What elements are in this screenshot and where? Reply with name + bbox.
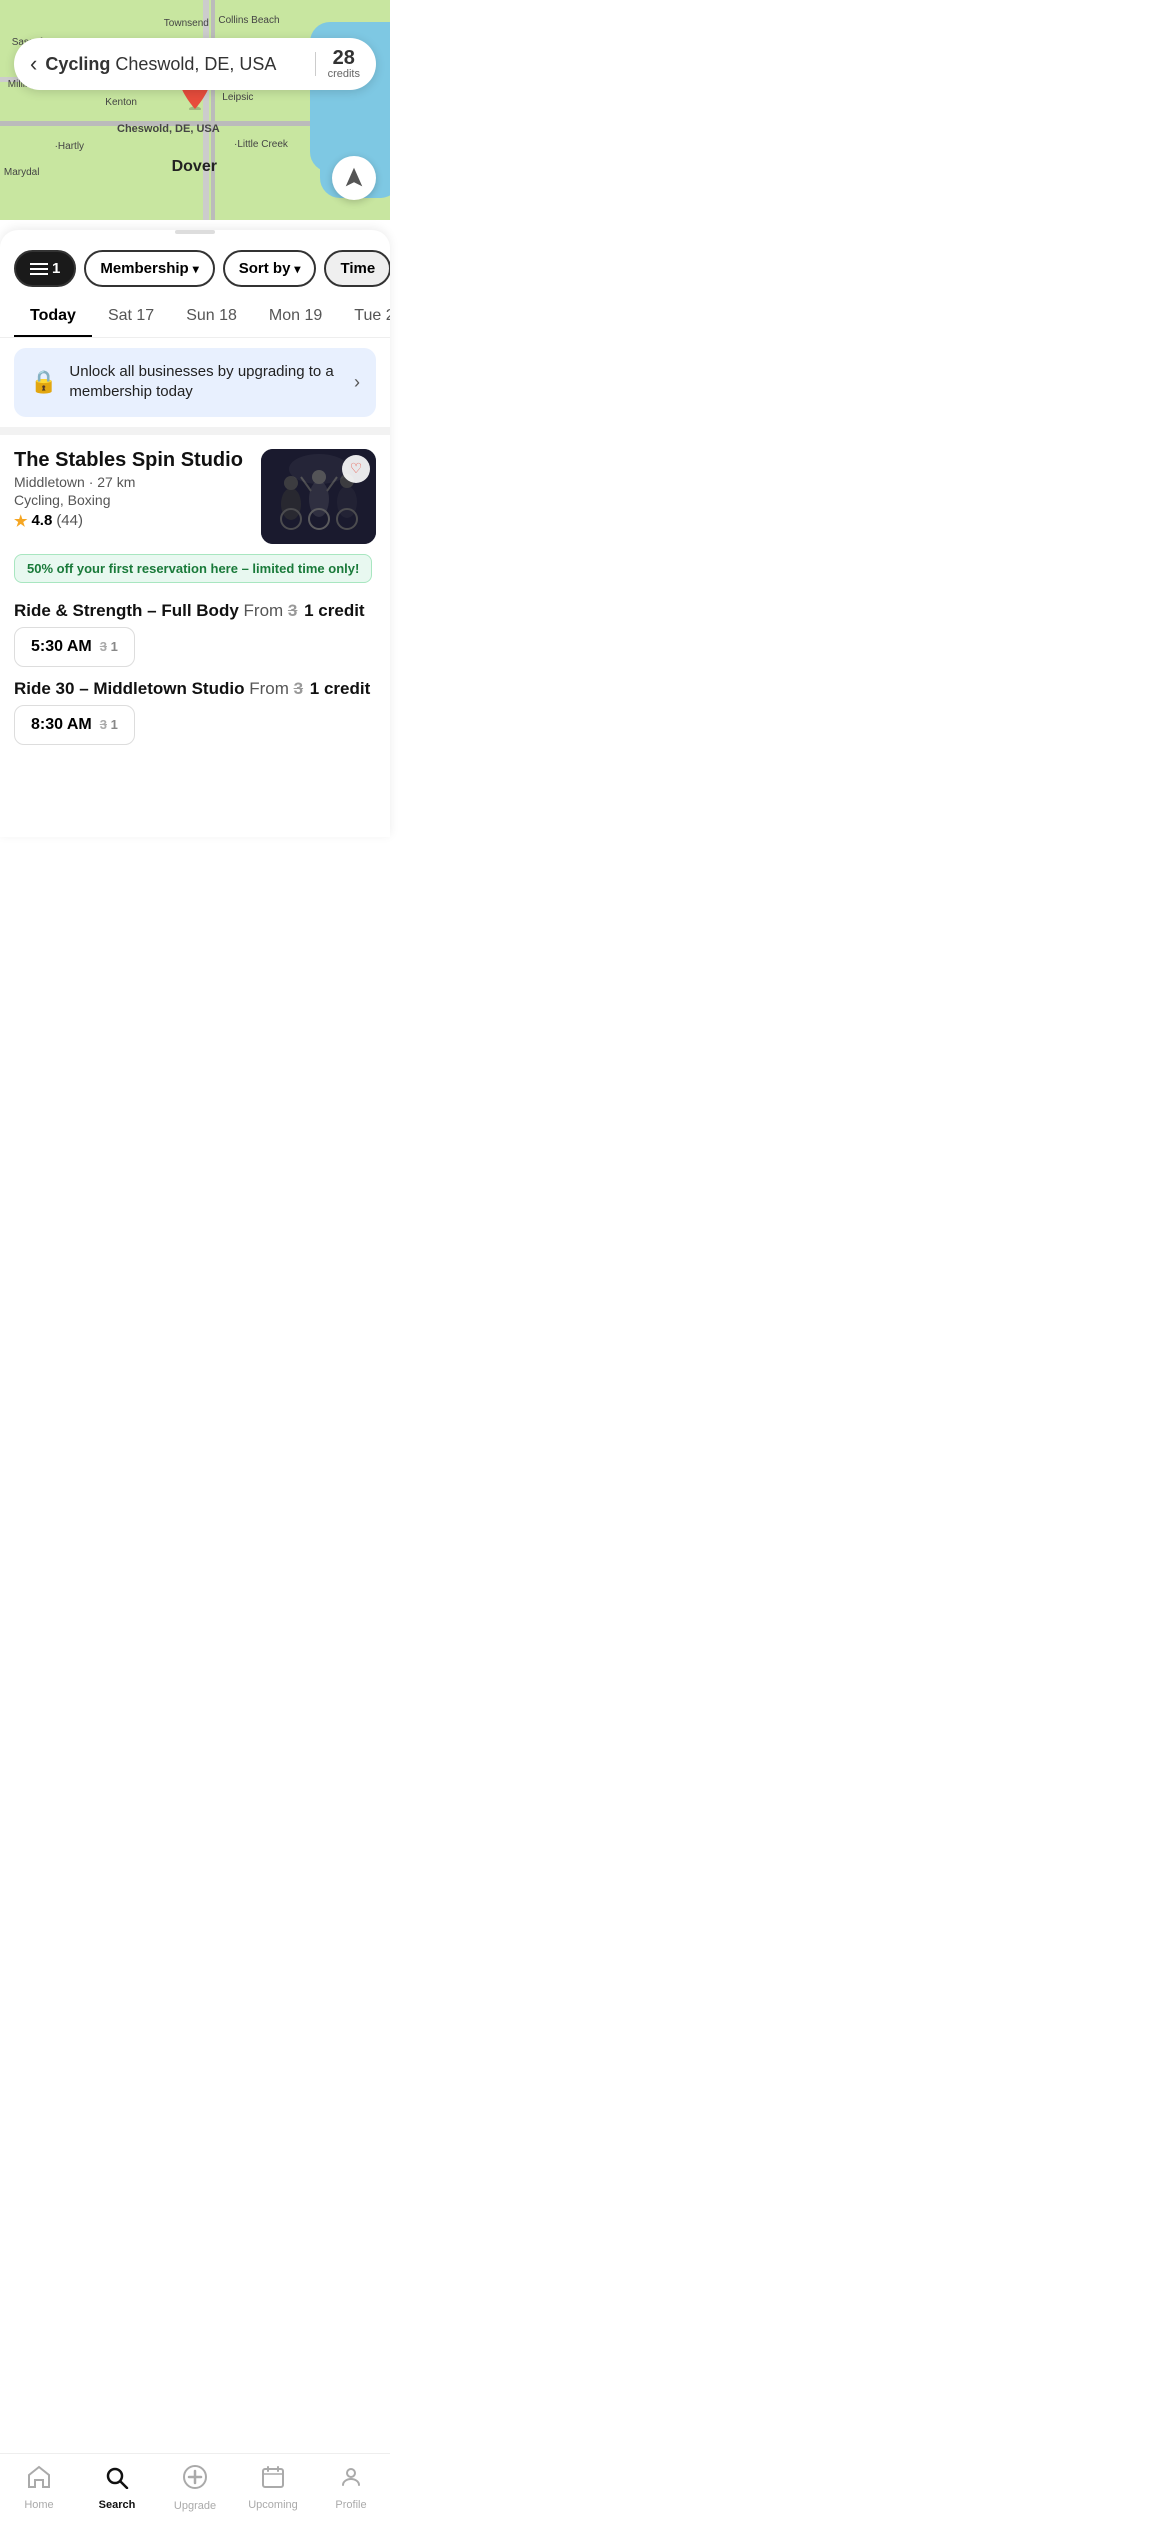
nav-profile-label: Profile: [335, 2499, 366, 2511]
nav-upcoming-label: Upcoming: [248, 2499, 298, 2511]
class-title-2: Ride 30 – Middletown Studio From 3 1 cre…: [14, 679, 376, 699]
nav-upcoming[interactable]: Upcoming: [243, 2465, 303, 2511]
nav-search-label: Search: [99, 2499, 136, 2511]
home-icon: [26, 2465, 52, 2496]
star-icon: ★: [14, 512, 27, 530]
original-credits-1: 3: [288, 601, 297, 620]
filter-count: 1: [52, 260, 60, 277]
map[interactable]: Townsend Collins Beach Sassafras Smyrna …: [0, 0, 390, 220]
membership-filter[interactable]: Membership ▾: [84, 250, 214, 287]
map-label-kenton: Kenton: [105, 97, 137, 108]
upgrade-text: Unlock all businesses by upgrading to a …: [69, 362, 342, 403]
sortby-chevron: ▾: [294, 262, 300, 276]
time-530: 5:30 AM: [31, 638, 92, 656]
review-count: (44): [56, 512, 83, 529]
membership-chevron: ▾: [193, 262, 199, 276]
search-divider: [315, 52, 316, 76]
map-label-hartly: ·Hartly: [55, 141, 84, 152]
studio-card: The Stables Spin Studio Middletown · 27 …: [0, 427, 390, 589]
sortby-label: Sort by: [239, 260, 291, 277]
studio-tags: Cycling, Boxing: [14, 492, 251, 508]
map-label-marydal: Marydal: [4, 167, 40, 178]
new-credits-1: 1 credit: [304, 601, 364, 620]
time-chip-530[interactable]: 5:30 AM 3 1: [14, 627, 135, 667]
new-credits-2: 1 credit: [310, 679, 370, 698]
from-label-2: From: [249, 679, 293, 698]
nav-search[interactable]: Search: [87, 2465, 147, 2511]
promo-badge: 50% off your first reservation here – li…: [14, 554, 372, 583]
time-chip-830[interactable]: 8:30 AM 3 1: [14, 705, 135, 745]
map-label-cheswold: Cheswold, DE, USA: [117, 123, 220, 135]
credits-label: credits: [328, 68, 360, 80]
favorite-button[interactable]: ♡: [342, 455, 370, 483]
studio-rating: ★ 4.8 (44): [14, 512, 251, 530]
credits-number: 28: [328, 48, 360, 68]
classes-section: Ride & Strength – Full Body From 3 1 cre…: [0, 601, 390, 757]
date-tabs: Today Sat 17 Sun 18 Mon 19 Tue 20 We...: [0, 299, 390, 338]
upgrade-arrow: ›: [354, 372, 360, 393]
sortby-filter[interactable]: Sort by ▾: [223, 250, 317, 287]
credit-badge-830: 3 1: [100, 717, 118, 732]
class-name-1: Ride & Strength – Full Body: [14, 601, 239, 620]
studio-info: The Stables Spin Studio Middletown · 27 …: [14, 449, 251, 530]
membership-label: Membership: [100, 260, 188, 277]
nav-home-label: Home: [24, 2499, 53, 2511]
studio-name: The Stables Spin Studio: [14, 449, 251, 472]
from-label-1: From: [244, 601, 288, 620]
studio-header: The Stables Spin Studio Middletown · 27 …: [14, 449, 376, 544]
bottom-nav: Home Search Upgrade: [0, 2453, 390, 2532]
time-label: Time: [340, 260, 375, 277]
credits-box: 28 credits: [328, 48, 360, 80]
bottom-sheet: 1 Membership ▾ Sort by ▾ Time Today Sat …: [0, 230, 390, 837]
back-button[interactable]: ‹: [30, 53, 37, 75]
filter-count-button[interactable]: 1: [14, 250, 76, 287]
rating-value: 4.8: [31, 512, 52, 529]
navigation-button[interactable]: [332, 156, 376, 200]
map-label-townsend: Townsend: [164, 18, 209, 29]
calendar-icon: [261, 2465, 285, 2496]
search-icon: [104, 2465, 130, 2496]
plus-icon: [182, 2464, 208, 2497]
credit-badge-530: 3 1: [100, 639, 118, 654]
map-label-leipsic: Leipsic: [222, 92, 253, 103]
nav-upgrade-label: Upgrade: [174, 2500, 216, 2512]
filter-bar: 1 Membership ▾ Sort by ▾ Time: [0, 242, 390, 299]
upgrade-banner[interactable]: 🔒 Unlock all businesses by upgrading to …: [14, 348, 376, 417]
spacer: [0, 757, 390, 837]
map-label-collins: Collins Beach: [218, 15, 279, 26]
search-text: Cycling Cheswold, DE, USA: [45, 54, 302, 75]
tab-sat17[interactable]: Sat 17: [92, 299, 170, 337]
nav-home[interactable]: Home: [9, 2465, 69, 2511]
search-bar[interactable]: ‹ Cycling Cheswold, DE, USA 28 credits: [14, 38, 376, 90]
tab-today[interactable]: Today: [14, 299, 92, 337]
time-filter[interactable]: Time: [324, 250, 390, 287]
nav-profile[interactable]: Profile: [321, 2465, 381, 2511]
lock-icon: 🔒: [30, 369, 57, 395]
studio-meta: Middletown · 27 km: [14, 474, 251, 490]
sheet-handle: [175, 230, 215, 234]
nav-upgrade[interactable]: Upgrade: [165, 2464, 225, 2512]
class-name-2: Ride 30 – Middletown Studio: [14, 679, 244, 698]
class-title-1: Ride & Strength – Full Body From 3 1 cre…: [14, 601, 376, 621]
time-830: 8:30 AM: [31, 716, 92, 734]
map-label-little-creek: ·Little Creek: [234, 139, 288, 150]
person-icon: [339, 2465, 363, 2496]
tab-tue20[interactable]: Tue 20: [338, 299, 390, 337]
studio-image: ♡: [261, 449, 376, 544]
map-label-dover: Dover: [172, 158, 217, 176]
class-row-1: Ride & Strength – Full Body From 3 1 cre…: [14, 601, 376, 667]
original-credits-2: 3: [294, 679, 303, 698]
class-row-2: Ride 30 – Middletown Studio From 3 1 cre…: [14, 679, 376, 745]
tab-mon19[interactable]: Mon 19: [253, 299, 338, 337]
tab-sun18[interactable]: Sun 18: [170, 299, 253, 337]
